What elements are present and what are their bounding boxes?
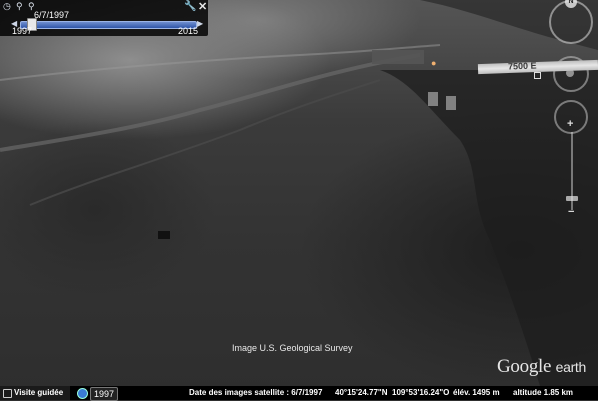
satellite-map[interactable] <box>0 0 598 400</box>
altitude: altitude 1.85 km <box>513 388 574 397</box>
wrench-icon[interactable]: 🔧 <box>184 1 196 12</box>
time-slider-track[interactable] <box>20 21 197 29</box>
road-label: 7500 E <box>507 60 537 72</box>
start-year-label: 1997 <box>12 26 33 36</box>
road-shield-icon <box>534 72 541 79</box>
elevation: élév. 1495 m <box>453 388 500 397</box>
latitude: 40°15'24.77"N <box>335 388 388 397</box>
logo-earth: earth <box>555 359 587 375</box>
historical-imagery-slider: ◷ ⚲ ⚲ 6/7/1997 ◀ ▶ 1997 2015 🔧 ✕ <box>0 0 208 36</box>
clock-icon[interactable]: ◷ <box>3 1 11 11</box>
zoom-out-icon[interactable]: ⚲ <box>16 1 23 11</box>
zoom-slider-thumb[interactable] <box>566 196 578 201</box>
tour-label: Visite guidée <box>14 388 64 397</box>
zoom-minus-icon[interactable]: − <box>568 206 574 218</box>
terrain-features <box>0 0 598 386</box>
dark-object <box>158 231 170 239</box>
building <box>372 50 424 64</box>
dirt-road <box>0 53 421 152</box>
imagery-credit: Image U.S. Geological Survey <box>232 343 353 353</box>
longitude: 109°53'16.24"O <box>392 388 450 397</box>
tour-icon <box>3 389 12 398</box>
building <box>446 96 456 110</box>
faint-trail <box>29 79 381 206</box>
logo-google: Google <box>497 356 552 377</box>
close-icon[interactable]: ✕ <box>198 0 207 13</box>
history-icon[interactable] <box>77 388 88 399</box>
imagery-date: Date des images satellite : 6/7/1997 <box>189 388 323 397</box>
current-date-label: 6/7/1997 <box>34 10 70 20</box>
end-year-label: 2015 <box>178 26 199 36</box>
google-earth-logo: Google earth <box>497 356 586 378</box>
zoom-plus-icon[interactable]: + <box>567 118 573 130</box>
building <box>428 92 438 106</box>
history-year-button[interactable]: 1997 <box>90 387 118 401</box>
place-pin-icon[interactable]: ● <box>431 58 436 68</box>
